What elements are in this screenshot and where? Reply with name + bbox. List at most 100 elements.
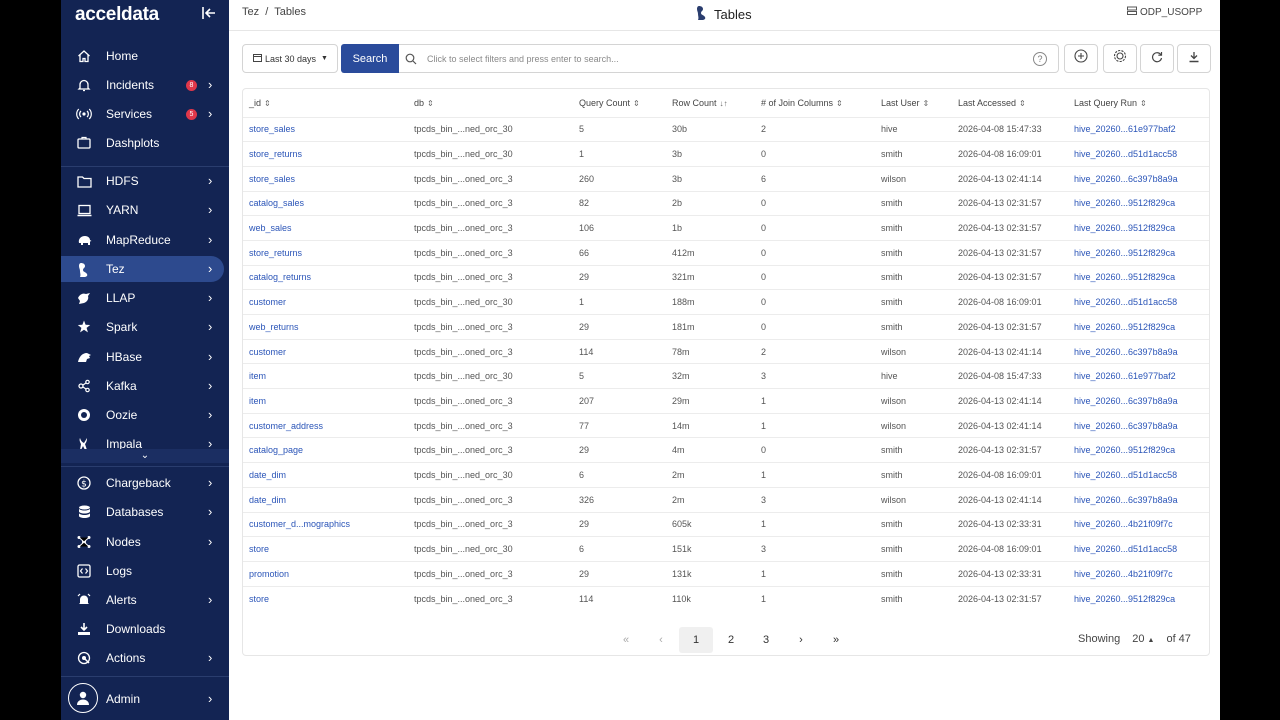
table-row[interactable]: customer_address tpcds_bin_...oned_orc_3 7… [243, 412, 1209, 438]
next-page-button[interactable]: › [784, 627, 818, 653]
table-name-link[interactable]: web_sales [243, 215, 408, 241]
query-run-link[interactable]: hive_20260...6c397b8a9a [1068, 388, 1209, 414]
app-logo[interactable]: acceldata [75, 4, 159, 26]
breadcrumb[interactable]: Tez / Tables [242, 6, 306, 18]
table-row[interactable]: promotion tpcds_bin_...oned_orc_3 29 131k 1 s… [243, 560, 1209, 587]
sidebar-item-kafka[interactable]: Kafka › [61, 373, 229, 399]
page-size-select[interactable]: 20 ▲ [1132, 633, 1154, 645]
table-name-link[interactable]: store_sales [243, 116, 408, 142]
sidebar-item-services[interactable]: Services 5 › [61, 101, 229, 127]
table-row[interactable]: customer tpcds_bin_...ned_orc_30 1 188m 0 smi… [243, 289, 1209, 315]
settings-button[interactable] [1103, 44, 1137, 73]
column-header[interactable]: Last Query Run ⇕ [1068, 89, 1209, 117]
sidebar-item-databases[interactable]: Databases › [61, 499, 229, 525]
table-row[interactable]: store_sales tpcds_bin_...oned_orc_3 260 3b 6… [243, 165, 1209, 192]
sidebar-item-admin[interactable]: Admin › [61, 686, 229, 712]
sidebar-item-nodes[interactable]: Nodes › [61, 529, 229, 555]
table-row[interactable]: catalog_sales tpcds_bin_...oned_orc_3 82 2b… [243, 190, 1209, 216]
column-header[interactable]: db ⇕ [408, 89, 573, 117]
query-run-link[interactable]: hive_20260...9512f829ca [1068, 264, 1209, 290]
query-run-link[interactable]: hive_20260...61e977baf2 [1068, 116, 1209, 142]
query-run-link[interactable]: hive_20260...d51d1acc58 [1068, 462, 1209, 488]
table-name-link[interactable]: store_returns [243, 141, 408, 167]
table-name-link[interactable]: customer_address [243, 412, 408, 438]
table-name-link[interactable]: date_dim [243, 486, 408, 512]
table-row[interactable]: customer_d...mographics tpcds_bin_...oned… [243, 511, 1209, 537]
sidebar-item-chargeback[interactable]: $ Chargeback › [61, 470, 229, 496]
table-name-link[interactable]: web_returns [243, 314, 408, 340]
query-run-link[interactable]: hive_20260...6c397b8a9a [1068, 486, 1209, 512]
table-name-link[interactable]: customer_d...mographics [243, 511, 408, 537]
page-2-button[interactable]: 2 [714, 627, 748, 653]
query-run-link[interactable]: hive_20260...6c397b8a9a [1068, 412, 1209, 438]
query-run-link[interactable]: hive_20260...6c397b8a9a [1068, 338, 1209, 364]
search-button[interactable]: Search [341, 44, 399, 73]
query-run-link[interactable]: hive_20260...4b21f09f7c [1068, 560, 1209, 587]
column-header[interactable]: Query Count ⇕ [573, 89, 666, 117]
table-name-link[interactable]: catalog_returns [243, 264, 408, 290]
sidebar-item-hbase[interactable]: HBase › [61, 344, 229, 370]
sidebar-item-spark[interactable]: Spark › [61, 314, 229, 340]
add-filter-button[interactable] [1064, 44, 1098, 73]
table-name-link[interactable]: catalog_page [243, 437, 408, 463]
query-run-link[interactable]: hive_20260...9512f829ca [1068, 239, 1209, 266]
query-run-link[interactable]: hive_20260...9512f829ca [1068, 437, 1209, 463]
query-run-link[interactable]: hive_20260...9512f829ca [1068, 215, 1209, 241]
last-page-button[interactable]: » [819, 627, 853, 653]
table-row[interactable]: store_returns tpcds_bin_...ned_orc_30 1 3b 0… [243, 141, 1209, 167]
query-run-link[interactable]: hive_20260...9512f829ca [1068, 314, 1209, 340]
table-name-link[interactable]: date_dim [243, 462, 408, 488]
query-run-link[interactable]: hive_20260...d51d1acc58 [1068, 536, 1209, 562]
query-run-link[interactable]: hive_20260...d51d1acc58 [1068, 141, 1209, 167]
sidebar-item-tez[interactable]: Tez › [61, 256, 224, 282]
sidebar-item-oozie[interactable]: Oozie › [61, 402, 229, 428]
query-run-link[interactable]: hive_20260...4b21f09f7c [1068, 511, 1209, 537]
table-row[interactable]: date_dim tpcds_bin_...oned_orc_3 326 2m 3 wil… [243, 486, 1209, 512]
column-header[interactable]: _id ⇕ [243, 89, 408, 117]
sidebar-item-mapreduce[interactable]: MapReduce › [61, 227, 229, 253]
table-name-link[interactable]: item [243, 388, 408, 414]
table-name-link[interactable]: promotion [243, 560, 408, 587]
table-name-link[interactable]: catalog_sales [243, 190, 408, 216]
table-row[interactable]: catalog_returns tpcds_bin_...oned_orc_3 29… [243, 264, 1209, 290]
table-row[interactable]: item tpcds_bin_...ned_orc_30 5 32m 3 hive 2026… [243, 363, 1209, 389]
table-name-link[interactable]: store [243, 536, 408, 562]
first-page-button[interactable]: « [609, 627, 643, 653]
table-row[interactable]: catalog_page tpcds_bin_...oned_orc_3 29 4m 0… [243, 437, 1209, 463]
column-header[interactable]: Row Count ↓↑ [666, 89, 755, 117]
prev-page-button[interactable]: ‹ [644, 627, 678, 653]
table-row[interactable]: store tpcds_bin_...oned_orc_3 114 110k 1 smit… [243, 585, 1209, 611]
table-row[interactable]: store tpcds_bin_...ned_orc_30 6 151k 3 smith 2… [243, 536, 1209, 562]
column-header[interactable]: Last User ⇕ [875, 89, 952, 117]
table-name-link[interactable]: item [243, 363, 408, 389]
sidebar-item-hdfs[interactable]: HDFS › [61, 168, 229, 194]
sidebar-item-logs[interactable]: Logs [61, 558, 229, 584]
sidebar-item-home[interactable]: Home [61, 43, 229, 69]
table-row[interactable]: web_sales tpcds_bin_...oned_orc_3 106 1b 0 sm… [243, 215, 1209, 241]
cluster-selector[interactable]: ODP_USOPP [1127, 6, 1202, 19]
column-header[interactable]: # of Join Columns ⇕ [755, 89, 875, 117]
query-run-link[interactable]: hive_20260...9512f829ca [1068, 585, 1209, 611]
date-range-button[interactable]: Last 30 days ▼ [242, 44, 338, 73]
table-row[interactable]: store_sales tpcds_bin_...ned_orc_30 5 30b 2 h… [243, 116, 1209, 142]
table-row[interactable]: web_returns tpcds_bin_...oned_orc_3 29 181m… [243, 314, 1209, 340]
download-button[interactable] [1177, 44, 1211, 73]
table-row[interactable]: customer tpcds_bin_...oned_orc_3 114 78m 2 wi… [243, 338, 1209, 364]
table-row[interactable]: date_dim tpcds_bin_...ned_orc_30 6 2m 1 smith… [243, 462, 1209, 488]
query-run-link[interactable]: hive_20260...9512f829ca [1068, 190, 1209, 216]
page-3-button[interactable]: 3 [749, 627, 783, 653]
sidebar-item-alerts[interactable]: Alerts › [61, 587, 229, 613]
table-name-link[interactable]: store_sales [243, 165, 408, 192]
refresh-button[interactable] [1140, 44, 1174, 73]
sidebar-item-actions[interactable]: Actions › [61, 645, 229, 671]
chevron-down-icon[interactable]: ⌄ [61, 449, 229, 463]
sidebar-item-incidents[interactable]: Incidents 8 › [61, 72, 229, 98]
sidebar-item-yarn[interactable]: YARN › [61, 197, 229, 223]
table-row[interactable]: store_returns tpcds_bin_...oned_orc_3 66 41… [243, 239, 1209, 266]
sidebar-item-downloads[interactable]: Downloads [61, 616, 229, 642]
column-header[interactable]: Last Accessed ⇕ [952, 89, 1068, 117]
table-name-link[interactable]: store_returns [243, 239, 408, 266]
query-run-link[interactable]: hive_20260...d51d1acc58 [1068, 289, 1209, 315]
query-run-link[interactable]: hive_20260...6c397b8a9a [1068, 165, 1209, 192]
sidebar-item-dashplots[interactable]: Dashplots [61, 130, 229, 156]
